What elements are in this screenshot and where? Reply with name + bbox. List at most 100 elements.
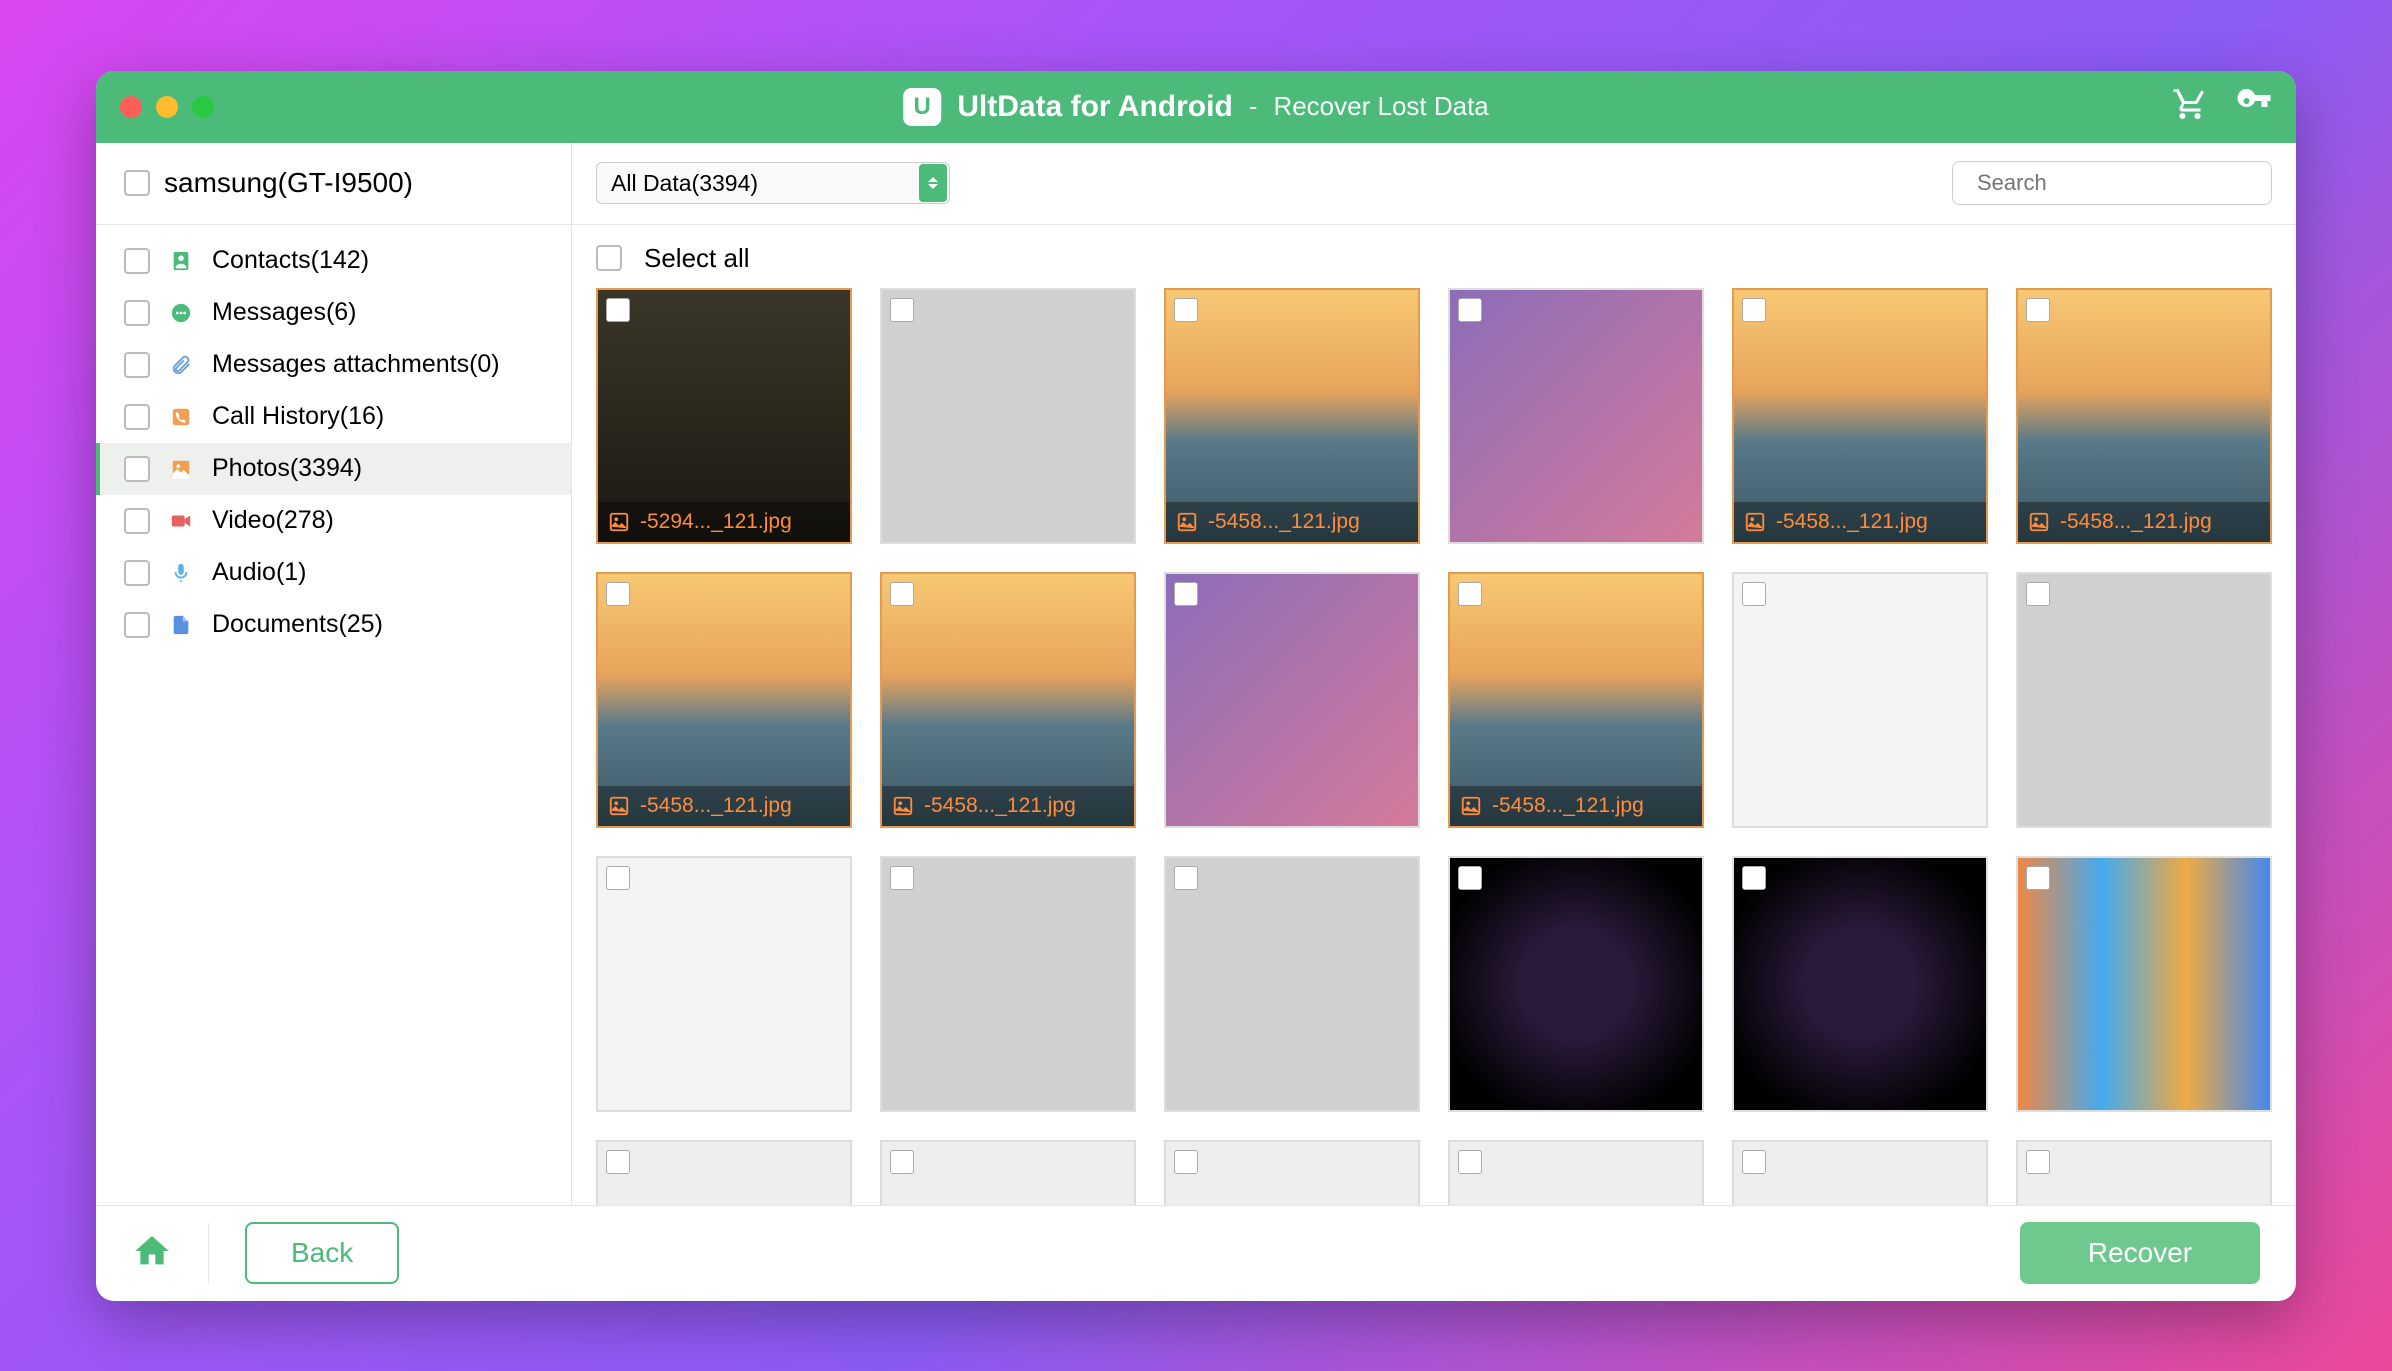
thumb-checkbox[interactable] (606, 866, 630, 890)
home-button[interactable] (132, 1231, 172, 1276)
thumb-checkbox[interactable] (2026, 1150, 2050, 1174)
back-button[interactable]: Back (245, 1222, 399, 1284)
category-label: Photos(3394) (212, 454, 362, 483)
category-checkbox[interactable] (124, 248, 150, 274)
thumbnail[interactable] (880, 288, 1136, 544)
thumb-checkbox[interactable] (1742, 866, 1766, 890)
thumbnail[interactable] (1164, 856, 1420, 1112)
body: samsung(GT-I9500) Contacts(142) Messages(… (96, 143, 2296, 1205)
category-checkbox[interactable] (124, 612, 150, 638)
sidebar-item-photo[interactable]: Photos(3394) (96, 443, 571, 495)
category-label: Audio(1) (212, 558, 307, 587)
app-window: U UltData for Android - Recover Lost Dat… (96, 71, 2296, 1301)
app-logo-icon: U (903, 88, 941, 126)
image-icon (1460, 795, 1482, 817)
sidebar-item-message[interactable]: Messages(6) (96, 287, 571, 339)
thumb-checkbox[interactable] (890, 1150, 914, 1174)
sidebar-item-phone[interactable]: Call History(16) (96, 391, 571, 443)
filter-dropdown[interactable]: All Data(3394) (596, 162, 950, 204)
category-checkbox[interactable] (124, 404, 150, 430)
thumb-checkbox[interactable] (1174, 866, 1198, 890)
device-row[interactable]: samsung(GT-I9500) (96, 143, 571, 225)
thumb-checkbox[interactable] (1742, 298, 1766, 322)
thumb-checkbox[interactable] (2026, 582, 2050, 606)
sidebar-item-document[interactable]: Documents(25) (96, 599, 571, 651)
key-icon[interactable] (2236, 86, 2272, 127)
thumbnail[interactable] (1164, 572, 1420, 828)
category-checkbox[interactable] (124, 508, 150, 534)
thumb-checkbox[interactable] (2026, 298, 2050, 322)
category-label: Contacts(142) (212, 246, 369, 275)
thumbnail[interactable]: -5458..._121.jpg (880, 572, 1136, 828)
thumbnail[interactable]: -5458..._121.jpg (1448, 572, 1704, 828)
sidebar-item-contact[interactable]: Contacts(142) (96, 235, 571, 287)
thumb-checkbox[interactable] (890, 582, 914, 606)
thumbnail[interactable] (880, 1140, 1136, 1205)
thumb-checkbox[interactable] (1458, 1150, 1482, 1174)
sidebar-item-audio[interactable]: Audio(1) (96, 547, 571, 599)
thumb-checkbox[interactable] (606, 582, 630, 606)
toolbar: All Data(3394) (572, 143, 2296, 225)
thumbnail[interactable] (1448, 1140, 1704, 1205)
close-window-button[interactable] (120, 96, 142, 118)
thumb-checkbox[interactable] (1174, 298, 1198, 322)
thumbnail[interactable] (1448, 288, 1704, 544)
thumb-checkbox[interactable] (1174, 582, 1198, 606)
thumbnail[interactable]: -5294..._121.jpg (596, 288, 852, 544)
sidebar-item-attachment[interactable]: Messages attachments(0) (96, 339, 571, 391)
minimize-window-button[interactable] (156, 96, 178, 118)
category-checkbox[interactable] (124, 300, 150, 326)
thumbnail[interactable]: -5458..._121.jpg (1164, 288, 1420, 544)
thumb-label: -5458..._121.jpg (1450, 786, 1702, 826)
maximize-window-button[interactable] (192, 96, 214, 118)
thumb-checkbox[interactable] (1458, 582, 1482, 606)
thumb-checkbox[interactable] (890, 298, 914, 322)
recover-button[interactable]: Recover (2020, 1222, 2260, 1284)
thumb-filename: -5294..._121.jpg (640, 510, 792, 534)
category-checkbox[interactable] (124, 456, 150, 482)
category-checkbox[interactable] (124, 352, 150, 378)
thumbnail[interactable] (1732, 572, 1988, 828)
back-label: Back (291, 1237, 353, 1269)
thumb-checkbox[interactable] (1458, 298, 1482, 322)
search-box[interactable] (1952, 161, 2272, 205)
cart-icon[interactable] (2172, 86, 2208, 127)
sidebar-item-video[interactable]: Video(278) (96, 495, 571, 547)
device-checkbox[interactable] (124, 170, 150, 196)
thumbnail[interactable]: -5458..._121.jpg (2016, 288, 2272, 544)
titlebar: U UltData for Android - Recover Lost Dat… (96, 71, 2296, 143)
thumb-checkbox[interactable] (1742, 1150, 1766, 1174)
thumbnail[interactable] (880, 856, 1136, 1112)
thumb-filename: -5458..._121.jpg (2060, 510, 2212, 534)
thumb-checkbox[interactable] (1174, 1150, 1198, 1174)
thumbnail[interactable] (596, 1140, 852, 1205)
dropdown-arrow-icon (919, 164, 947, 202)
thumbnail[interactable] (1732, 856, 1988, 1112)
thumb-checkbox[interactable] (1458, 866, 1482, 890)
thumbnail[interactable] (2016, 856, 2272, 1112)
thumb-checkbox[interactable] (2026, 866, 2050, 890)
thumbnail[interactable] (1732, 1140, 1988, 1205)
thumbnail[interactable] (1448, 856, 1704, 1112)
app-subtitle: Recover Lost Data (1273, 91, 1488, 122)
thumbnail[interactable] (1164, 1140, 1420, 1205)
thumb-checkbox[interactable] (606, 298, 630, 322)
search-input[interactable] (1977, 170, 2265, 196)
thumb-checkbox[interactable] (606, 1150, 630, 1174)
thumbnail-scroll[interactable]: -5294..._121.jpg-5458..._121.jpg-5458...… (572, 288, 2296, 1205)
select-all-row[interactable]: Select all (572, 225, 2296, 288)
thumbnail[interactable] (2016, 572, 2272, 828)
category-label: Messages attachments(0) (212, 350, 500, 379)
thumb-checkbox[interactable] (890, 866, 914, 890)
category-checkbox[interactable] (124, 560, 150, 586)
image-icon (1744, 511, 1766, 533)
thumb-checkbox[interactable] (1742, 582, 1766, 606)
thumbnail[interactable] (2016, 1140, 2272, 1205)
footer: Back Recover (96, 1205, 2296, 1301)
thumbnail[interactable]: -5458..._121.jpg (596, 572, 852, 828)
thumbnail[interactable]: -5458..._121.jpg (1732, 288, 1988, 544)
title-center: U UltData for Android - Recover Lost Dat… (903, 88, 1489, 126)
thumbnail-grid: -5294..._121.jpg-5458..._121.jpg-5458...… (596, 288, 2272, 1205)
select-all-checkbox[interactable] (596, 245, 622, 271)
thumbnail[interactable] (596, 856, 852, 1112)
